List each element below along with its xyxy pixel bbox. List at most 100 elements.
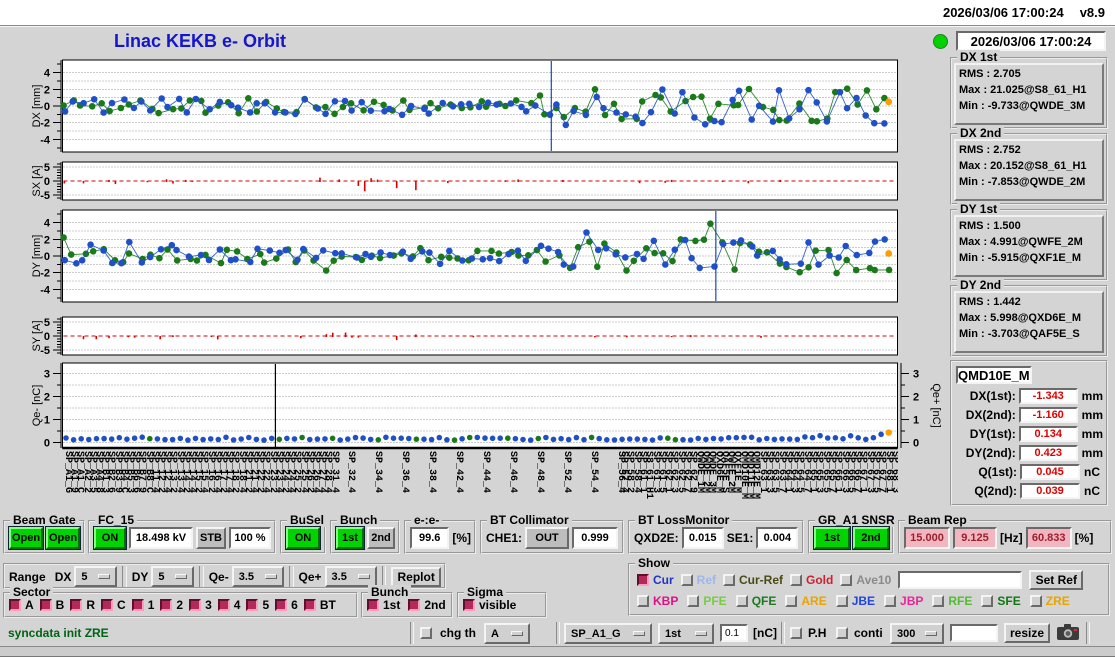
show-check-gold[interactable]: Gold	[790, 573, 833, 587]
gr-snsr-title: GR_A1 SNSR	[815, 513, 898, 527]
bpm-monitor-panel: QMD10E_M DX(1st): -1.343 mm DX(2nd): -1.160 m…	[950, 360, 1108, 506]
fc15-stb-button[interactable]: STB	[196, 527, 226, 549]
che1-out-button[interactable]: OUT	[525, 527, 570, 549]
show-check-qfe[interactable]: QFE	[735, 594, 776, 608]
conti-checkbox[interactable]	[836, 627, 848, 639]
sector-check-5-label: 5	[262, 598, 270, 612]
range-qep-label: Qe+	[298, 569, 322, 584]
stat-line: Min : -5.915@QXF1E_M	[959, 252, 1081, 264]
bunch-check-1st[interactable]: 1st	[367, 598, 400, 612]
sector-check-1[interactable]: 1	[131, 598, 154, 612]
show-check-jbe[interactable]: JBE	[835, 594, 875, 608]
set-ref-input[interactable]	[898, 571, 1023, 589]
beam-gate-open-button-2[interactable]: Open	[45, 526, 81, 550]
count-input[interactable]	[950, 624, 998, 642]
bunch-title: Bunch	[337, 513, 381, 527]
bunch-group: Bunch 1st 2nd	[330, 513, 400, 554]
show-row-1: Cur Ref Cur-Ref Gold Ave10 Set Ref	[637, 570, 1105, 590]
show-check-ref[interactable]: Ref	[680, 573, 717, 587]
dy-plot: DY [mm]420-2-4	[31, 209, 898, 303]
show-check-jbp[interactable]: JBP	[884, 594, 923, 608]
sector-check-6[interactable]: 6	[275, 598, 298, 612]
show-check-pfe-checkbox-icon	[687, 595, 700, 607]
x-axis-label: SP_54_4	[588, 451, 599, 494]
svg-text:1: 1	[913, 414, 919, 426]
ph-checkbox[interactable]	[790, 627, 802, 639]
qe-plot: Qe- [nC]32103210Qe+ [nC]	[31, 362, 942, 449]
count-menu[interactable]: 300	[890, 623, 944, 644]
show-check-cur-ref-checkbox-icon	[723, 574, 736, 586]
sp-device-menu[interactable]: SP_A1_G	[564, 623, 652, 644]
bunch-2nd-button[interactable]: 2nd	[367, 527, 395, 549]
svg-text:0: 0	[44, 101, 50, 113]
svg-text:-2: -2	[40, 118, 50, 130]
bunch-check-2nd[interactable]: 2nd	[408, 598, 446, 612]
show-check-sfe[interactable]: SFE	[981, 594, 1021, 608]
monitor-row: Q(1st): 0.045 nC	[955, 462, 1103, 481]
show-check-zre[interactable]: ZRE	[1029, 594, 1070, 608]
gr-snsr-2nd-button[interactable]: 2nd	[852, 526, 890, 550]
ee-ratio-title: e-:e-	[411, 513, 443, 527]
show-check-rfe[interactable]: RFE	[932, 594, 972, 608]
sigma-check-visible[interactable]: visible	[463, 598, 516, 612]
menu-indicator-icon	[633, 631, 645, 636]
svg-text:0: 0	[44, 251, 50, 263]
menu-indicator-icon	[357, 574, 370, 579]
show-check-rfe-checkbox-icon	[932, 595, 945, 607]
busel-on-button[interactable]: ON	[285, 526, 321, 550]
show-check-ave10[interactable]: Ave10	[840, 573, 891, 587]
range-qep-menu[interactable]: 3.5	[324, 566, 377, 587]
resize-button[interactable]: resize	[1004, 623, 1050, 643]
threshold-input[interactable]	[720, 624, 748, 642]
show-check-cur-label: Cur	[653, 573, 674, 587]
chg-th-label: chg th	[440, 626, 476, 640]
sigma-check-visible-checkbox-icon	[463, 599, 475, 611]
set-ref-button[interactable]: Set Ref	[1029, 570, 1084, 590]
gr-snsr-1st-button[interactable]: 1st	[813, 526, 851, 550]
show-check-pfe[interactable]: PFE	[687, 594, 727, 608]
stat-line: Max : 5.998@QXD6E_M	[959, 312, 1081, 324]
sector-check-c[interactable]: C	[101, 598, 126, 612]
bunch-1st-button[interactable]: 1st	[335, 526, 365, 550]
sector-check-b[interactable]: B	[39, 598, 64, 612]
bt-collimator-title: BT Collimator	[487, 513, 572, 527]
chg-th-checkbox[interactable]	[420, 627, 432, 639]
monitor-row: DY(1st): 0.134 mm	[955, 424, 1103, 443]
sector-check-3[interactable]: 3	[189, 598, 212, 612]
show-title: Show	[635, 556, 673, 570]
replot-button[interactable]: Replot	[391, 566, 441, 587]
show-check-ref-label: Ref	[696, 573, 717, 587]
stat-line: Min : -9.733@QWDE_3M	[959, 100, 1086, 112]
monitor-row-value: 0.134	[1018, 425, 1078, 442]
chg-sector-menu[interactable]: A	[484, 623, 530, 644]
sector-check-2[interactable]: 2	[160, 598, 183, 612]
sector-check-bt[interactable]: BT	[303, 598, 336, 612]
sector-check-4[interactable]: 4	[217, 598, 240, 612]
monitor-row-value: -1.160	[1018, 406, 1078, 423]
snapshot-camera-button[interactable]	[1056, 623, 1080, 641]
fc15-on-button[interactable]: ON	[93, 526, 127, 550]
qxd2e-label: QXD2E:	[634, 531, 679, 545]
bunch-menu[interactable]: 1st	[658, 623, 714, 644]
range-qem-menu[interactable]: 3.5	[231, 566, 284, 587]
status-bar: syncdata init ZRE chg th A SP_A1_G 1st […	[0, 620, 1115, 646]
show-check-are[interactable]: ARE	[785, 594, 827, 608]
monitor-row-unit: nC	[1084, 483, 1100, 498]
sector-check-5[interactable]: 5	[246, 598, 269, 612]
range-dx-menu[interactable]: 5	[74, 566, 117, 587]
svg-text:-4: -4	[40, 134, 51, 146]
menu-indicator-icon	[264, 574, 277, 579]
show-check-cur[interactable]: Cur	[637, 573, 674, 587]
x-axis-label: SP_38_4	[426, 451, 437, 494]
monitor-row-label: DY(1st):	[969, 426, 1016, 441]
sector-check-r[interactable]: R	[70, 598, 95, 612]
stat-box-title: DX 2nd	[957, 126, 1005, 140]
separator	[410, 622, 414, 644]
show-check-cur-ref[interactable]: Cur-Ref	[723, 573, 783, 587]
sector-check-a[interactable]: A	[9, 598, 34, 612]
beam-gate-open-button-1[interactable]: Open	[8, 526, 44, 550]
range-dy-menu[interactable]: 5	[151, 566, 194, 587]
svg-text:3: 3	[913, 368, 919, 380]
show-check-zre-label: ZRE	[1045, 594, 1070, 608]
show-check-kbp[interactable]: KBP	[637, 594, 678, 608]
